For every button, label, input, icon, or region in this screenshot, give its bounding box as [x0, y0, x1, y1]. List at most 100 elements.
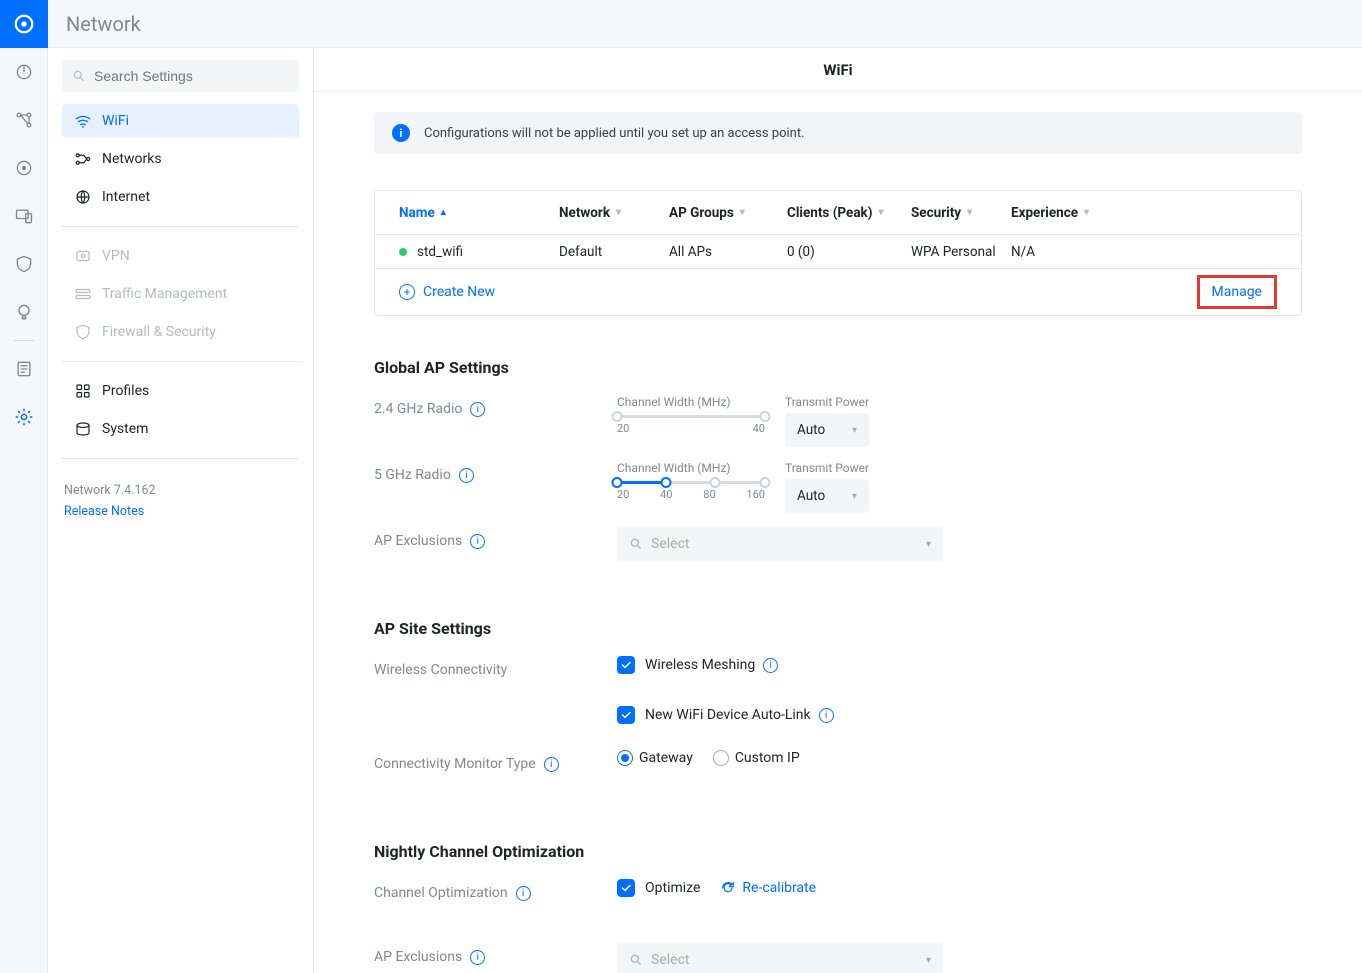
cell-clients: 0 (0) [787, 244, 911, 260]
col-network[interactable]: Network▾ [559, 205, 669, 221]
manage-button[interactable]: Manage [1197, 275, 1277, 309]
shield-icon [74, 323, 92, 341]
unifi-logo-icon [13, 13, 35, 35]
release-notes-link[interactable]: Release Notes [64, 504, 297, 519]
sidebar-item-networks[interactable]: Networks [62, 142, 299, 176]
info-banner: i Configurations will not be applied unt… [374, 112, 1302, 154]
col-apgroups[interactable]: AP Groups▾ [669, 205, 787, 221]
search-input[interactable] [94, 68, 289, 84]
iconbar-separator [14, 340, 34, 341]
notes-icon [14, 359, 34, 379]
nav-topology[interactable] [0, 96, 48, 144]
slider-24-cw[interactable]: Channel Width (MHz) 2040 [617, 395, 765, 435]
select-24-txpower[interactable]: Auto▾ [785, 413, 869, 447]
info-icon[interactable]: i [544, 757, 559, 772]
info-icon[interactable]: i [763, 658, 778, 673]
label-tx-power: Transmit Power [785, 461, 869, 475]
settings-sidebar: WiFi Networks Internet VPN [48, 48, 314, 973]
chevron-down-icon: ▾ [616, 207, 621, 218]
col-clients[interactable]: Clients (Peak)▾ [787, 205, 911, 221]
profiles-icon [74, 382, 92, 400]
page-title: WiFi [823, 61, 852, 79]
sidebar-item-label: Firewall & Security [102, 324, 216, 340]
sidebar-item-system[interactable]: System [62, 412, 299, 446]
cell-security: WPA Personal [911, 244, 1011, 260]
checkbox-optimize[interactable] [617, 879, 635, 897]
col-security[interactable]: Security▾ [911, 205, 1011, 221]
chevron-down-icon: ▾ [967, 207, 972, 218]
select-5-txpower[interactable]: Auto▾ [785, 479, 869, 513]
wifi-table-panel: Name▴ Network▾ AP Groups▾ Clients (Peak)… [374, 190, 1302, 316]
slider-5-cw[interactable]: Channel Width (MHz) 204080160 [617, 461, 765, 501]
nav-settings[interactable] [0, 393, 48, 441]
cell-apgroups: All APs [669, 244, 787, 260]
system-icon [74, 420, 92, 438]
wifi-icon [74, 112, 92, 130]
globe-icon [74, 188, 92, 206]
sidebar-item-label: Traffic Management [102, 286, 227, 302]
info-icon[interactable]: i [819, 708, 834, 723]
chevron-down-icon: ▾ [740, 207, 745, 218]
label-autolink: New WiFi Device Auto-Link [645, 707, 811, 723]
sidebar-item-firewall: Firewall & Security [62, 315, 299, 349]
label-tx-power: Transmit Power [785, 395, 869, 409]
devices-icon [14, 206, 34, 226]
section-title: Global AP Settings [374, 358, 1302, 377]
chevron-down-icon: ▾ [926, 955, 931, 966]
checkbox-meshing[interactable] [617, 656, 635, 674]
info-icon[interactable]: i [470, 402, 485, 417]
sidebar-divider [62, 361, 299, 362]
chevron-down-icon: ▾ [852, 425, 857, 436]
nav-dashboard[interactable] [0, 48, 48, 96]
icon-rail [0, 0, 48, 973]
info-icon[interactable]: i [470, 950, 485, 965]
info-icon[interactable]: i [516, 886, 531, 901]
nav-notes[interactable] [0, 345, 48, 393]
content-header: WiFi [314, 48, 1362, 92]
label-optimize: Optimize [645, 880, 700, 896]
select-nightly-ap-exclusions[interactable]: Select▾ [617, 943, 943, 973]
refresh-icon [720, 880, 736, 896]
sidebar-item-label: Internet [102, 189, 150, 205]
sidebar-divider [62, 458, 299, 459]
sidebar-item-wifi[interactable]: WiFi [62, 104, 299, 138]
search-icon [629, 537, 643, 551]
sidebar-item-label: VPN [102, 248, 130, 264]
nav-devices[interactable] [0, 192, 48, 240]
title-bar: Network [48, 0, 1362, 48]
chevron-down-icon: ▾ [852, 491, 857, 502]
nav-insights[interactable] [0, 288, 48, 336]
dashboard-icon [14, 62, 34, 82]
search-icon [629, 953, 643, 967]
table-row[interactable]: std_wifi Default All APs 0 (0) WPA Perso… [375, 235, 1301, 269]
label-meshing: Wireless Meshing [645, 657, 755, 673]
content-area: WiFi i Configurations will not be applie… [314, 48, 1362, 973]
nav-security[interactable] [0, 240, 48, 288]
cell-experience: N/A [1011, 244, 1277, 260]
app-logo[interactable] [0, 0, 48, 48]
sidebar-item-label: Profiles [102, 383, 149, 399]
recalibrate-link[interactable]: Re-calibrate [720, 880, 816, 896]
sidebar-item-profiles[interactable]: Profiles [62, 374, 299, 408]
radio-custom-ip[interactable]: Custom IP [713, 750, 800, 766]
nav-clients[interactable] [0, 144, 48, 192]
info-icon[interactable]: i [470, 534, 485, 549]
ap-site-section: AP Site Settings Wireless Connectivity W… [374, 619, 1302, 800]
radio-gateway[interactable]: Gateway [617, 750, 693, 766]
traffic-icon [74, 285, 92, 303]
sidebar-item-internet[interactable]: Internet [62, 180, 299, 214]
checkbox-autolink[interactable] [617, 706, 635, 724]
app-title: Network [66, 12, 141, 36]
col-name[interactable]: Name▴ [399, 205, 559, 221]
sidebar-item-traffic: Traffic Management [62, 277, 299, 311]
col-experience[interactable]: Experience▾ [1011, 205, 1277, 221]
info-icon[interactable]: i [459, 468, 474, 483]
search-icon [72, 69, 86, 83]
label-wireless-conn: Wireless Connectivity [374, 662, 507, 678]
label-ap-excl-nightly: AP Exclusions [374, 949, 462, 965]
chevron-down-icon: ▾ [1084, 207, 1089, 218]
select-ap-exclusions[interactable]: Select▾ [617, 527, 943, 561]
create-new-button[interactable]: + Create New [399, 284, 495, 300]
search-settings[interactable] [62, 60, 299, 92]
table-header: Name▴ Network▾ AP Groups▾ Clients (Peak)… [375, 191, 1301, 235]
